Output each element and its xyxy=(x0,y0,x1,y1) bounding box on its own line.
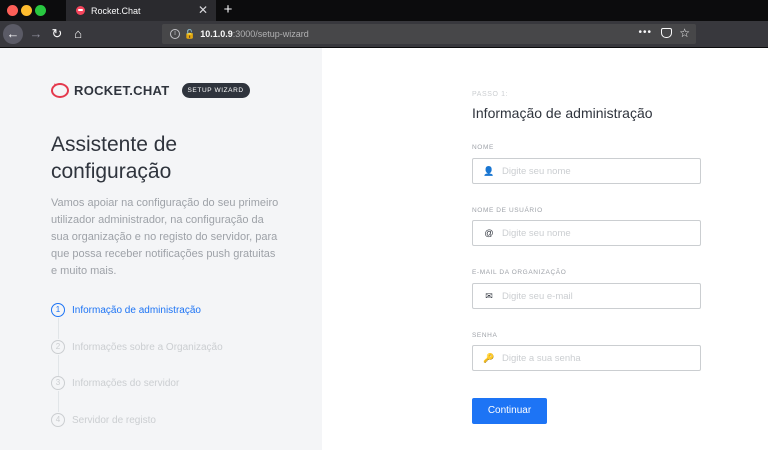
step-number: 1 xyxy=(51,303,65,317)
email-input[interactable] xyxy=(502,290,692,302)
step-item-server-info: 3 Informações do servidor xyxy=(51,376,179,390)
maximize-window-button[interactable] xyxy=(35,5,46,16)
step-label: Informações sobre a Organização xyxy=(72,341,223,353)
step-number: 2 xyxy=(51,340,65,354)
back-button[interactable]: ← xyxy=(3,24,23,44)
address-bar[interactable]: i 🔓 10.1.0.9 :3000/setup-wizard ••• ☆ xyxy=(162,24,696,44)
password-label: SENHA xyxy=(472,332,498,339)
name-label: NOME xyxy=(472,144,494,151)
page-actions-menu-icon[interactable]: ••• xyxy=(638,27,652,38)
step-connector xyxy=(58,355,59,376)
forward-button[interactable]: → xyxy=(26,24,46,44)
step-connector xyxy=(58,318,59,339)
rocketchat-logo-icon xyxy=(51,82,69,98)
wizard-sidebar: ROCKET.CHAT SETUP WIZARD Assistente de c… xyxy=(0,48,322,450)
url-path: :3000/setup-wizard xyxy=(232,29,309,39)
url-host: 10.1.0.9 xyxy=(200,29,233,39)
wizard-description: Vamos apoiar na configuração do seu prim… xyxy=(51,197,279,277)
username-input[interactable] xyxy=(502,227,692,239)
step-item-register-server: 4 Servidor de registo xyxy=(51,413,156,427)
key-icon: 🔑 xyxy=(483,352,495,363)
step-label: Servidor de registo xyxy=(72,414,156,426)
form-title: Informação de administração xyxy=(472,105,653,121)
rocketchat-logo: ROCKET.CHAT SETUP WIZARD xyxy=(51,82,250,98)
admin-info-form: PASSO 1: Informação de administração NOM… xyxy=(322,48,768,450)
browser-toolbar: ← → ↻ ⌂ i 🔓 10.1.0.9 :3000/setup-wizard … xyxy=(0,21,768,48)
step-item-organization-info: 2 Informações sobre a Organização xyxy=(51,340,223,354)
tab-title: Rocket.Chat xyxy=(91,5,141,16)
password-field[interactable]: 🔑 xyxy=(472,345,701,371)
continue-button[interactable]: Continuar xyxy=(472,398,547,424)
setup-wizard-badge: SETUP WIZARD xyxy=(181,83,250,98)
browser-tab[interactable]: Rocket.Chat ✕ xyxy=(66,0,216,21)
name-field[interactable]: 👤 xyxy=(472,158,701,184)
step-number: 4 xyxy=(51,413,65,427)
step-number: 3 xyxy=(51,376,65,390)
mail-icon: ✉ xyxy=(485,290,493,301)
reload-button[interactable]: ↻ xyxy=(47,24,67,44)
bookmark-star-icon[interactable]: ☆ xyxy=(679,26,690,40)
home-button[interactable]: ⌂ xyxy=(68,24,88,44)
minimize-window-button[interactable] xyxy=(21,5,32,16)
page-title: Assistente de configuração xyxy=(51,133,178,183)
new-tab-button[interactable]: + xyxy=(220,0,236,21)
window-titlebar: Rocket.Chat ✕ + xyxy=(0,0,768,21)
username-label: NOME DE USUÁRIO xyxy=(472,207,543,214)
email-field[interactable]: ✉ xyxy=(472,283,701,309)
info-icon[interactable]: i xyxy=(170,29,180,39)
close-tab-icon[interactable]: ✕ xyxy=(198,3,208,17)
step-item-admin-info: 1 Informação de administração xyxy=(51,303,201,317)
step-connector xyxy=(58,391,59,412)
step-label: Informação de administração xyxy=(72,304,201,316)
username-field[interactable]: @ xyxy=(472,220,701,246)
close-window-button[interactable] xyxy=(7,5,18,16)
email-label: E-MAIL DA ORGANIZAÇÃO xyxy=(472,269,567,276)
at-icon: @ xyxy=(484,228,494,238)
rocketchat-favicon-icon xyxy=(76,6,85,15)
logo-text: ROCKET.CHAT xyxy=(74,83,170,98)
step-indicator: PASSO 1: xyxy=(472,91,509,98)
insecure-lock-icon[interactable]: 🔓 xyxy=(184,29,195,40)
user-icon: 👤 xyxy=(483,165,495,176)
pocket-icon[interactable] xyxy=(661,28,672,38)
step-label: Informações do servidor xyxy=(72,377,180,389)
name-input[interactable] xyxy=(502,165,692,177)
password-input[interactable] xyxy=(502,352,692,364)
